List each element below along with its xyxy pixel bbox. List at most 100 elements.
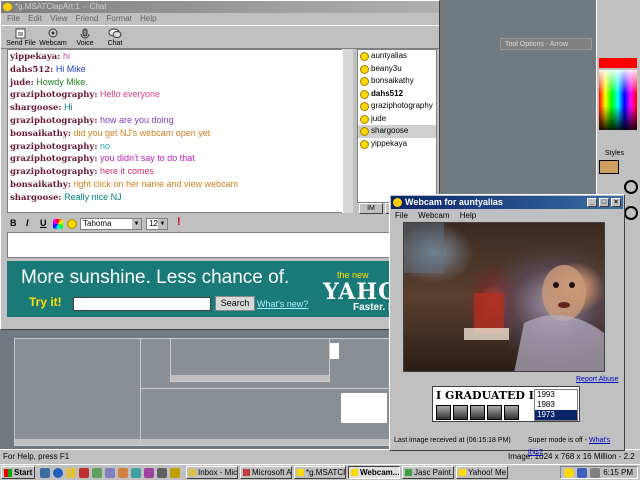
taskbar-button[interactable]: Inbox - Mic...: [186, 466, 238, 479]
minimize-button[interactable]: _: [587, 198, 597, 207]
font-size-select[interactable]: 12 ▼: [146, 218, 168, 230]
font-select[interactable]: Tahoma ▼: [80, 218, 142, 230]
foreground-swatch[interactable]: [599, 58, 637, 68]
chat-title-bar[interactable]: *g.MSATClapArt:1 -- Chat: [1, 1, 439, 13]
menu-file[interactable]: File: [7, 14, 20, 23]
user-list-item[interactable]: graziphotography: [358, 100, 436, 113]
message-text: Really nice NJ: [64, 191, 122, 202]
no-texture-icon[interactable]: [624, 206, 638, 220]
user-list-item[interactable]: dahs512: [358, 88, 436, 101]
webcam-menu-webcam[interactable]: Webcam: [418, 211, 449, 220]
graduation-year-list[interactable]: 1993 1983 1973: [534, 389, 578, 421]
graduation-year-option[interactable]: 1973: [535, 410, 577, 420]
chat-scrollbar[interactable]: [342, 49, 353, 213]
webcam-label: Webcam: [39, 40, 67, 47]
graduation-year-option[interactable]: 1993: [535, 390, 577, 400]
app-icon[interactable]: [79, 468, 89, 478]
chat-message-log[interactable]: yippekaya: hi dahs512: Hi Mike jude: Howdy…: [7, 49, 353, 213]
webcam-menu-file[interactable]: File: [395, 211, 408, 220]
yahoo-messenger-tray-icon[interactable]: [564, 468, 574, 478]
report-abuse-link[interactable]: Report Abuse: [576, 376, 618, 383]
taskbar-button[interactable]: Microsoft A...: [240, 466, 292, 479]
user-list-item[interactable]: auntyalias: [358, 50, 436, 63]
tool-options-palette[interactable]: Tool Options - Arrow: [500, 38, 592, 50]
app-icon[interactable]: [131, 468, 141, 478]
chat-message: jude: Howdy Mike.: [10, 76, 352, 89]
style-swatch[interactable]: [599, 160, 619, 174]
menu-friend[interactable]: Friend: [76, 14, 99, 23]
message-nick[interactable]: graziphotography:: [10, 167, 98, 177]
super-mode-status: Super mode is off - What's this?: [528, 435, 622, 459]
no-style-icon[interactable]: [624, 180, 638, 194]
message-nick[interactable]: graziphotography:: [10, 154, 98, 164]
network-tray-icon[interactable]: [577, 468, 587, 478]
color-picker[interactable]: [599, 70, 637, 130]
outlook-icon[interactable]: [66, 468, 76, 478]
user-list-item[interactable]: shargoose: [358, 125, 436, 138]
bold-button[interactable]: B: [10, 218, 17, 228]
app-icon[interactable]: [105, 468, 115, 478]
webcam-menu-help[interactable]: Help: [460, 211, 476, 220]
message-nick[interactable]: graziphotography:: [10, 90, 98, 100]
message-nick[interactable]: bonsaikathy:: [10, 129, 71, 139]
ad-search-button[interactable]: Search: [215, 296, 255, 311]
yearbook-photo: [453, 405, 468, 420]
app-icon[interactable]: [144, 468, 154, 478]
message-nick[interactable]: jude:: [10, 78, 34, 88]
chat-input[interactable]: [7, 232, 437, 258]
text-color-icon[interactable]: [53, 219, 63, 229]
taskbar-button[interactable]: *g.MSATCl...: [294, 466, 346, 479]
desktop-icon[interactable]: [40, 468, 50, 478]
send-file-label: Send File: [6, 40, 36, 47]
user-list-item[interactable]: jude: [358, 113, 436, 126]
webcam-title: Webcam for auntyalias: [405, 197, 503, 207]
ad-whats-new-link[interactable]: What's new?: [257, 299, 308, 309]
app-icon[interactable]: [118, 468, 128, 478]
taskbar-button[interactable]: Yahoo! Me...: [456, 466, 508, 479]
start-button[interactable]: Start: [1, 466, 35, 479]
menu-view[interactable]: View: [50, 14, 67, 23]
message-nick[interactable]: bonsaikathy:: [10, 180, 71, 190]
taskbar-button[interactable]: Jasc Paint...: [402, 466, 454, 479]
app-icon[interactable]: [92, 468, 102, 478]
chat-user-list[interactable]: auntyalias beany3u bonsaikathy dahs512 grazi…: [357, 49, 437, 203]
app-icon[interactable]: [170, 468, 180, 478]
yahoo-banner-ad[interactable]: More sunshine. Less chance of. Try it! S…: [7, 261, 437, 317]
ad-search-input[interactable]: [73, 297, 211, 311]
menu-format[interactable]: Format: [107, 14, 132, 23]
menu-help[interactable]: Help: [140, 14, 156, 23]
message-text: how are you doing: [100, 114, 174, 125]
yahoo-smiley-icon: [393, 198, 402, 207]
graduated-banner-ad[interactable]: I GRADUATED IN: 1993 1983 1973: [432, 386, 580, 422]
graduation-year-option[interactable]: 1983: [535, 400, 577, 410]
italic-button[interactable]: I: [26, 218, 29, 228]
im-button[interactable]: IM: [359, 203, 383, 214]
message-nick[interactable]: graziphotography:: [10, 116, 98, 126]
user-list-item[interactable]: beany3u: [358, 63, 436, 76]
volume-tray-icon[interactable]: [590, 468, 600, 478]
emoticon-icon[interactable]: [67, 219, 77, 229]
underline-button[interactable]: U: [40, 218, 47, 228]
user-list-item[interactable]: bonsaikathy: [358, 75, 436, 88]
message-nick[interactable]: dahs512:: [10, 65, 53, 75]
chat-button[interactable]: Chat: [99, 27, 131, 49]
user-smiley-icon: [360, 89, 369, 99]
message-nick[interactable]: shargoose:: [10, 193, 62, 203]
menu-edit[interactable]: Edit: [28, 14, 42, 23]
internet-explorer-icon[interactable]: [53, 468, 63, 478]
alert-icon[interactable]: !: [177, 216, 181, 228]
send-file-button[interactable]: Send File: [5, 27, 37, 49]
webcam-button[interactable]: Webcam: [37, 27, 69, 49]
image-thumbnail: [170, 338, 330, 382]
webcam-title-bar[interactable]: Webcam for auntyalias _ □ ×: [391, 196, 623, 209]
voice-button[interactable]: Voice: [69, 27, 101, 49]
message-nick[interactable]: graziphotography:: [10, 142, 98, 152]
close-button[interactable]: ×: [611, 198, 621, 207]
app-icon[interactable]: [157, 468, 167, 478]
user-list-item[interactable]: yippekaya: [358, 138, 436, 151]
taskbar-button[interactable]: Webcam...: [348, 466, 400, 479]
message-nick[interactable]: yippekaya:: [10, 52, 60, 62]
maximize-button[interactable]: □: [599, 198, 609, 207]
chevron-down-icon: ▼: [158, 219, 167, 229]
message-nick[interactable]: shargoose:: [10, 103, 62, 113]
